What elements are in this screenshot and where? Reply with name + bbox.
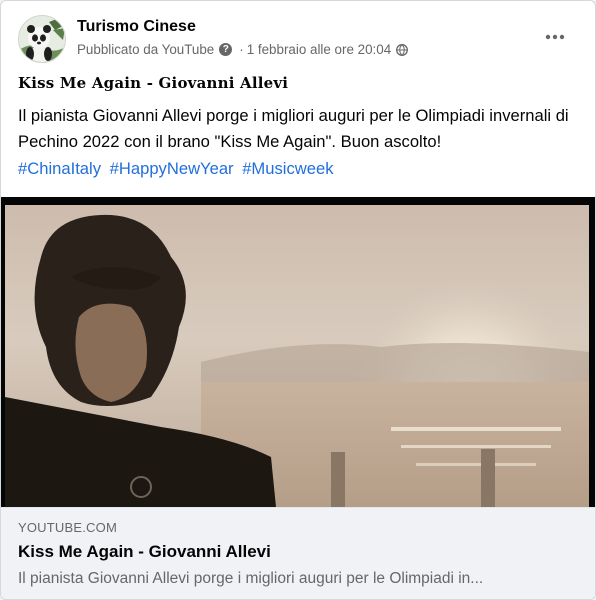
link-title[interactable]: Kiss Me Again - Giovanni Allevi (18, 542, 271, 562)
video-thumbnail[interactable] (1, 197, 595, 507)
hashtag-link[interactable]: #HappyNewYear (110, 159, 234, 178)
hashtags: #ChinaItaly #HappyNewYear #Musicweek (18, 159, 338, 179)
post-timestamp[interactable]: 1 febbraio alle ore 20:04 (247, 42, 391, 57)
page-avatar[interactable] (18, 15, 66, 63)
link-description: Il pianista Giovanni Allevi porge i migl… (18, 570, 484, 587)
question-icon[interactable]: ? (219, 43, 233, 56)
post-description: Il pianista Giovanni Allevi porge i migl… (18, 106, 569, 151)
panda-avatar-icon (19, 16, 65, 62)
post-meta: Pubblicato da YouTube ? · 1 febbraio all… (77, 42, 409, 57)
page-name-link[interactable]: Turismo Cinese (77, 18, 196, 36)
globe-icon[interactable] (396, 43, 409, 56)
post-title: Kiss Me Again - Giovanni Allevi (18, 74, 289, 92)
link-preview[interactable]: YOUTUBE.COM Kiss Me Again - Giovanni All… (1, 507, 595, 599)
link-domain: YOUTUBE.COM (18, 520, 117, 535)
post-header: Turismo Cinese Pubblicato da YouTube ? ·… (18, 15, 581, 63)
hashtag-link[interactable]: #ChinaItaly (18, 159, 101, 178)
hashtag-link[interactable]: #Musicweek (242, 159, 333, 178)
post-card: Turismo Cinese Pubblicato da YouTube ? ·… (0, 0, 596, 600)
more-options-icon[interactable] (541, 23, 569, 51)
meta-separator: · (239, 42, 244, 57)
post-source[interactable]: Pubblicato da YouTube (77, 42, 214, 57)
